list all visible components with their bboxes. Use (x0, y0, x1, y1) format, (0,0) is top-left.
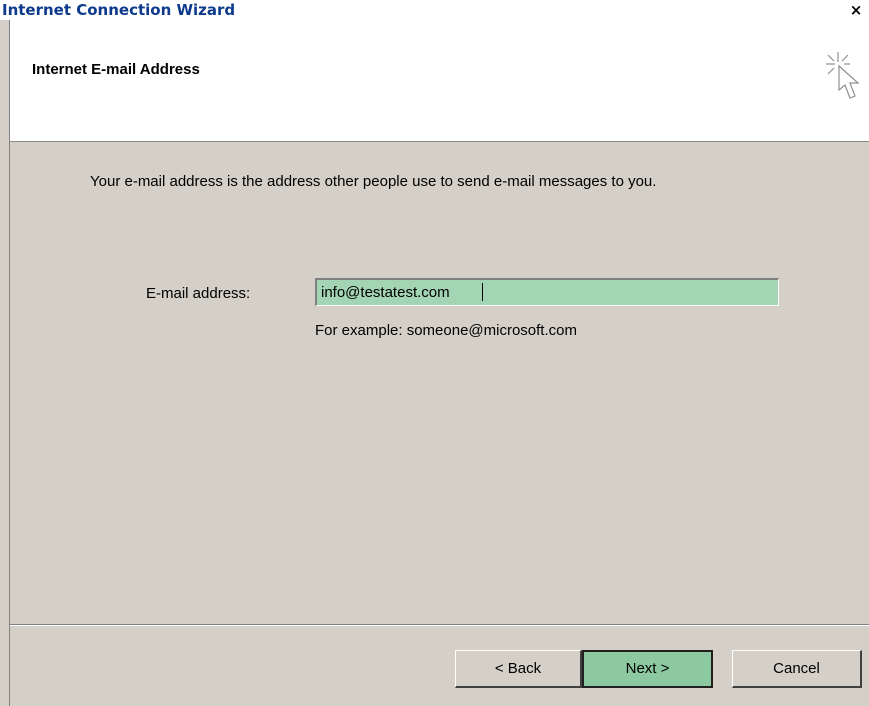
back-button[interactable]: < Back (455, 650, 582, 688)
close-icon[interactable]: × (847, 2, 865, 19)
description-text: Your e-mail address is the address other… (90, 173, 657, 190)
text-caret (482, 283, 483, 301)
wizard-cursor-icon (826, 52, 860, 99)
page-title: Internet E-mail Address (32, 61, 200, 78)
button-separator-highlight (10, 625, 869, 626)
cancel-button[interactable]: Cancel (732, 650, 862, 688)
wizard-header: Internet E-mail Address (10, 20, 869, 142)
internet-connection-wizard: Internet Connection Wizard × Internet E-… (0, 0, 869, 706)
title-bar: Internet Connection Wizard × (0, 0, 869, 20)
email-field[interactable] (315, 278, 779, 306)
email-label: E-mail address: (146, 285, 251, 302)
window-title: Internet Connection Wizard (2, 1, 236, 19)
wizard-content: Your e-mail address is the address other… (10, 142, 869, 706)
next-button[interactable]: Next > (582, 650, 713, 688)
left-border (0, 20, 10, 706)
example-hint: For example: someone@microsoft.com (315, 322, 577, 339)
